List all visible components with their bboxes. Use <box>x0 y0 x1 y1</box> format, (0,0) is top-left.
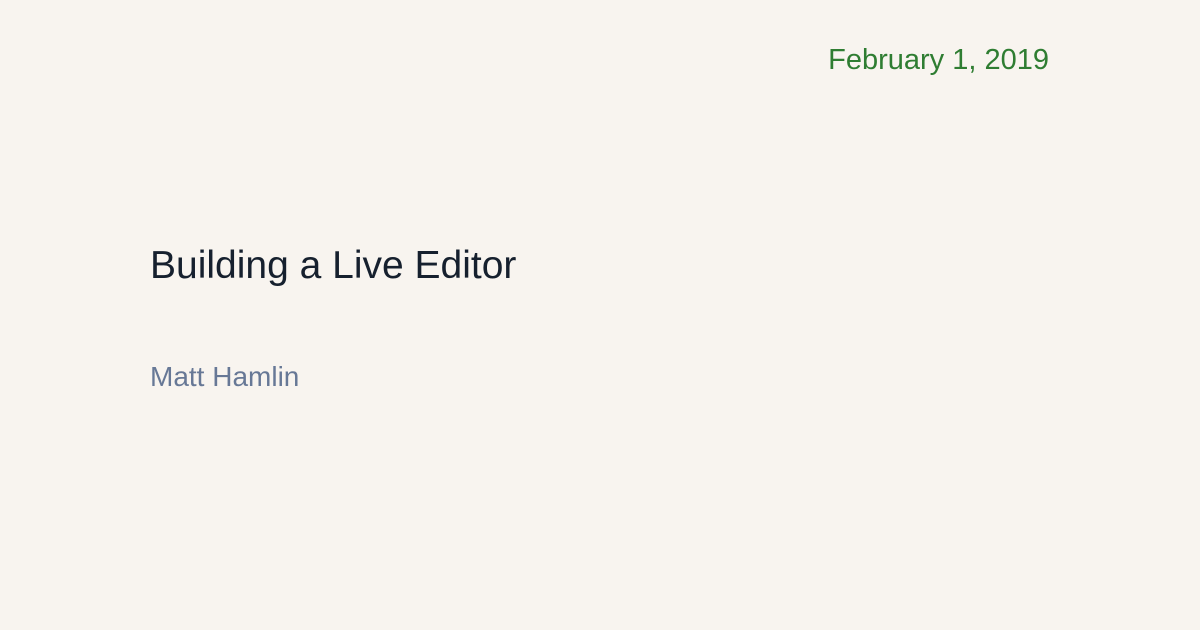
post-author: Matt Hamlin <box>150 361 300 392</box>
post-title: Building a Live Editor <box>150 244 517 287</box>
post-date: February 1, 2019 <box>828 44 1049 76</box>
social-share-card: February 1, 2019 Building a Live Editor … <box>0 0 1200 630</box>
